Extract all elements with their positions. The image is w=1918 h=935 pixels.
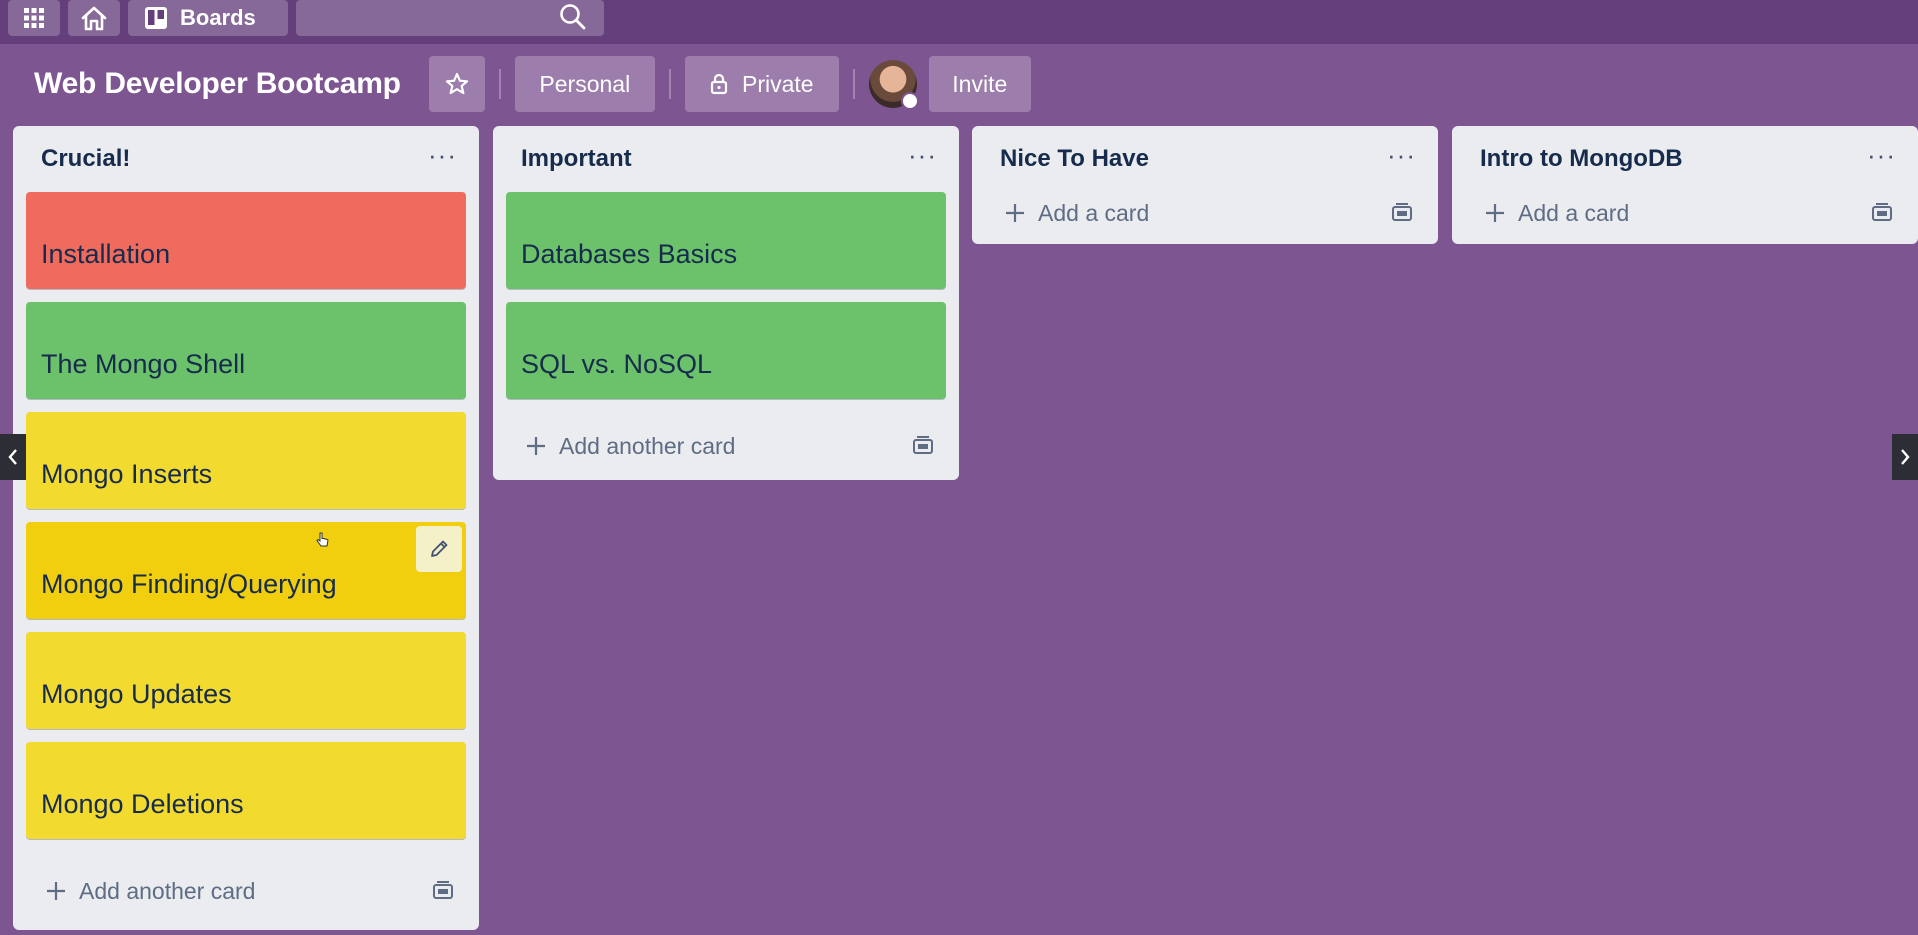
chevron-left-icon <box>8 449 17 465</box>
card-title: SQL vs. NoSQL <box>521 349 713 379</box>
list-title[interactable]: Crucial! <box>41 145 130 173</box>
star-button[interactable] <box>428 56 485 112</box>
boards-label: Boards <box>180 5 256 30</box>
card-container: Databases Basics SQL vs. NoSQL <box>493 192 959 399</box>
divider <box>498 69 501 99</box>
list-important: Important ··· Databases Basics SQL vs. N… <box>493 126 959 480</box>
card-title: Mongo Deletions <box>41 789 244 819</box>
search-icon <box>560 4 586 30</box>
plus-icon <box>527 437 545 455</box>
home-button[interactable] <box>68 0 120 36</box>
private-label: Private <box>742 70 814 97</box>
card[interactable]: Mongo Finding/Querying <box>26 522 466 619</box>
list-menu-icon[interactable]: ··· <box>1387 142 1416 168</box>
list-intro-to-mongodb: Intro to MongoDB ··· Add a card <box>1452 126 1918 244</box>
card-template-icon[interactable] <box>1390 202 1414 224</box>
card[interactable]: SQL vs. NoSQL <box>506 302 946 399</box>
add-card-button[interactable]: Add a card <box>972 182 1438 244</box>
admin-badge-icon <box>900 92 919 110</box>
card-title: Mongo Updates <box>41 679 232 709</box>
add-card-label: Add a card <box>1518 199 1630 226</box>
plus-icon <box>1486 204 1504 222</box>
list-title[interactable]: Intro to MongoDB <box>1480 145 1683 173</box>
card-template-icon[interactable] <box>431 880 455 902</box>
home-icon <box>81 6 107 31</box>
personal-button[interactable]: Personal <box>514 56 655 112</box>
apps-grid-icon <box>24 8 44 28</box>
add-card-label: Add a card <box>1038 199 1150 226</box>
divider <box>852 69 855 99</box>
add-card-button[interactable]: Add another card <box>493 412 959 480</box>
list-header: Important ··· <box>493 126 959 192</box>
card[interactable]: Installation <box>26 192 466 289</box>
edit-card-button[interactable] <box>416 526 462 572</box>
pencil-icon <box>431 540 448 557</box>
card-title: Mongo Finding/Querying <box>41 569 337 599</box>
lock-icon <box>710 73 728 95</box>
add-card-label: Add another card <box>79 877 256 904</box>
private-button[interactable]: Private <box>684 56 839 112</box>
divider <box>668 69 671 99</box>
boards-button[interactable]: Boards <box>128 0 288 36</box>
card-title: Installation <box>41 239 171 269</box>
list-title[interactable]: Important <box>521 145 632 173</box>
apps-button[interactable] <box>8 0 60 36</box>
top-app-bar: Boards <box>0 0 1918 44</box>
board-header: Web Developer Bootcamp Personal Private … <box>0 56 1918 112</box>
card[interactable]: Mongo Inserts <box>26 412 466 509</box>
chevron-right-icon <box>1901 449 1910 465</box>
list-header: Crucial! ··· <box>13 126 479 192</box>
card[interactable]: Mongo Updates <box>26 632 466 729</box>
search-input[interactable] <box>296 0 604 36</box>
hand-cursor-icon <box>316 532 329 547</box>
card-template-icon[interactable] <box>911 435 935 457</box>
list-menu-icon[interactable]: ··· <box>1867 142 1896 168</box>
card-title: Mongo Inserts <box>41 459 213 489</box>
scroll-right-button[interactable] <box>1892 434 1918 480</box>
add-card-button[interactable]: Add another card <box>13 852 479 930</box>
card-container: Installation The Mongo Shell Mongo Inser… <box>13 192 479 839</box>
list-title[interactable]: Nice To Have <box>1000 145 1149 173</box>
avatar[interactable] <box>868 60 919 110</box>
list-nice-to-have: Nice To Have ··· Add a card <box>972 126 1438 244</box>
scroll-left-button[interactable] <box>0 434 26 480</box>
card[interactable]: Databases Basics <box>506 192 946 289</box>
plus-icon <box>1006 204 1024 222</box>
add-card-label: Add another card <box>559 432 736 459</box>
list-menu-icon[interactable]: ··· <box>908 142 937 168</box>
add-card-button[interactable]: Add a card <box>1452 182 1918 244</box>
boards-icon <box>145 7 167 29</box>
invite-button[interactable]: Invite <box>928 56 1031 112</box>
list-crucial: Crucial! ··· Installation The Mongo Shel… <box>13 126 479 930</box>
card-template-icon[interactable] <box>1870 202 1894 224</box>
card[interactable]: The Mongo Shell <box>26 302 466 399</box>
card[interactable]: Mongo Deletions <box>26 742 466 839</box>
list-menu-icon[interactable]: ··· <box>428 142 457 168</box>
card-title: Databases Basics <box>521 239 738 269</box>
star-icon <box>445 72 468 95</box>
card-title: The Mongo Shell <box>41 349 246 379</box>
board-title[interactable]: Web Developer Bootcamp <box>34 67 401 101</box>
plus-icon <box>47 882 65 900</box>
